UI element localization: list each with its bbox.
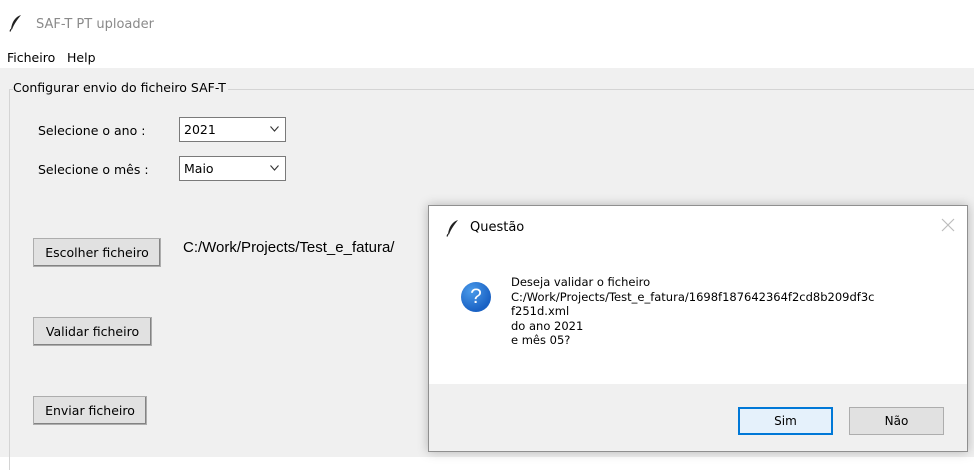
window-title: SAF-T PT uploader <box>36 17 154 32</box>
yes-button[interactable]: Sim <box>738 407 833 435</box>
feather-icon <box>9 15 21 32</box>
selected-file-path: C:/Work/Projects/Test_e_fatura/ <box>183 239 395 256</box>
year-select-value: 2021 <box>184 122 216 137</box>
choose-file-button[interactable]: Escolher ficheiro <box>33 238 161 267</box>
dialog-message-line: f251d.xml <box>511 304 570 318</box>
menu-ficheiro[interactable]: Ficheiro <box>7 50 55 65</box>
chevron-down-icon <box>270 165 279 171</box>
menu-help[interactable]: Help <box>67 50 96 65</box>
title-bar: SAF-T PT uploader <box>0 0 974 42</box>
dialog-title: Questão <box>470 220 525 235</box>
close-icon[interactable] <box>939 216 957 234</box>
dialog-message-line: do ano 2021 <box>511 318 584 333</box>
question-icon: ? <box>461 282 491 312</box>
validate-file-button[interactable]: Validar ficheiro <box>33 317 152 346</box>
month-select[interactable]: Maio <box>179 156 286 181</box>
menu-bar: Ficheiro Help <box>0 42 974 68</box>
year-label: Selecione o ano : <box>38 123 146 138</box>
dialog-body: ? Deseja validar o ficheiro C:/Work/Proj… <box>429 250 967 384</box>
dialog-message-line: e mês 05? <box>511 333 571 347</box>
dialog-message-line: C:/Work/Projects/Test_e_fatura/1698f1876… <box>511 289 875 304</box>
dialog-title-bar: Questão <box>429 206 967 250</box>
feather-icon <box>446 220 458 237</box>
chevron-down-icon <box>270 126 279 132</box>
month-select-value: Maio <box>184 161 214 176</box>
question-dialog: Questão ? Deseja validar o ficheiro C:/W… <box>428 205 968 452</box>
send-file-button[interactable]: Enviar ficheiro <box>33 396 147 425</box>
month-label: Selecione o mês : <box>38 162 149 177</box>
dialog-message: Deseja validar o ficheiro C:/Work/Projec… <box>511 275 951 348</box>
year-select[interactable]: 2021 <box>179 117 286 142</box>
groupbox-title: Configurar envio do ficheiro SAF-T <box>13 80 228 95</box>
no-button[interactable]: Não <box>849 407 944 435</box>
dialog-footer: Sim Não <box>429 384 967 451</box>
dialog-message-line: Deseja validar o ficheiro <box>511 275 651 289</box>
